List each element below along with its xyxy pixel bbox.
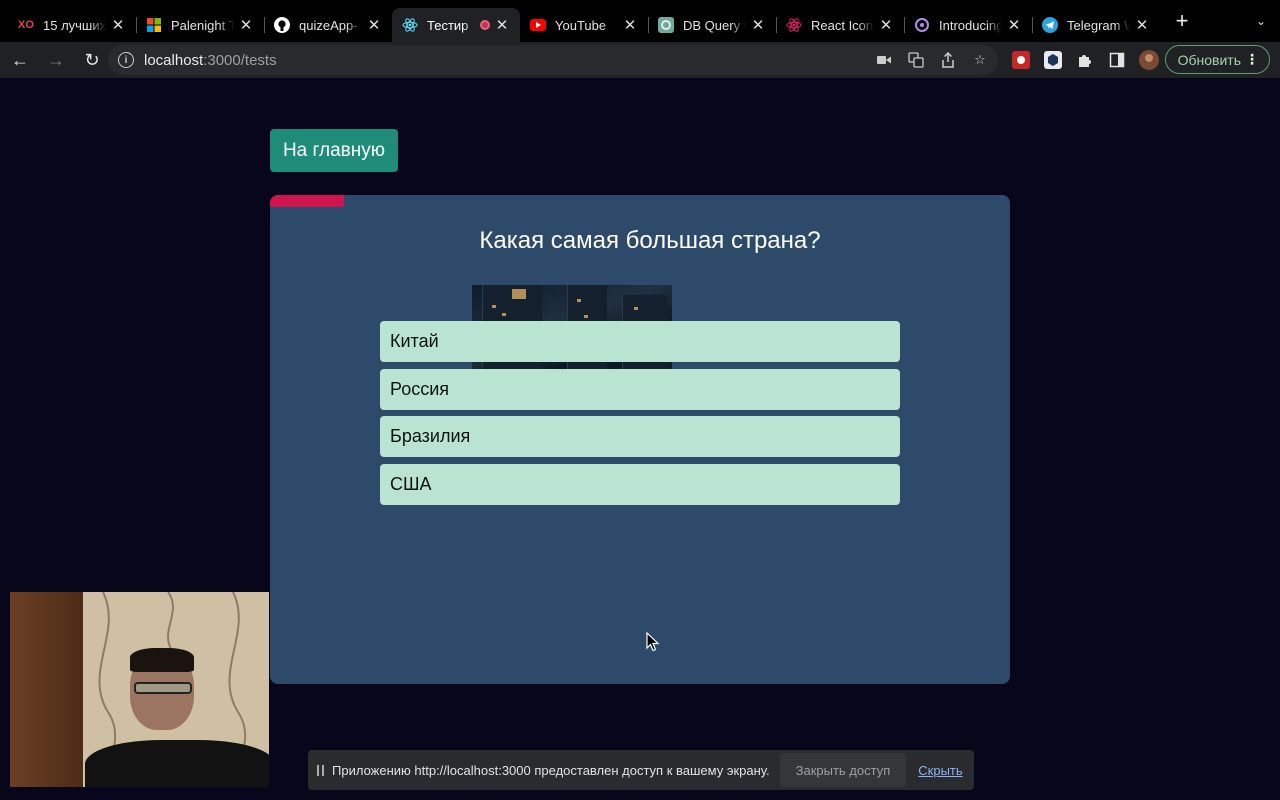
site-info-icon[interactable]: i [118, 52, 134, 68]
question-title: Какая самая большая страна? [479, 227, 821, 254]
tab-testirovanie[interactable]: Тестир ✕ [392, 8, 520, 42]
quiz-progress-bar [270, 195, 344, 207]
stop-sharing-button[interactable]: Закрыть доступ [779, 753, 907, 787]
tab-strip: XO 15 лучших ✕ Palenight T ✕ quizeApp- ✕… [0, 0, 1280, 42]
profile-avatar-icon[interactable] [1139, 50, 1159, 70]
address-bar[interactable]: i localhost:3000/tests ☆ [108, 45, 998, 75]
tab-15-luchshih[interactable]: XO 15 лучших ✕ [8, 8, 136, 42]
tab-palenight[interactable]: Palenight T ✕ [136, 8, 264, 42]
xo-icon: XO [18, 19, 34, 31]
close-tab-icon[interactable]: ✕ [1006, 16, 1022, 34]
update-button[interactable]: Обновить ⋮ [1164, 45, 1270, 74]
home-button[interactable]: На главную [270, 129, 398, 172]
answer-option-brazil[interactable]: Бразилия [380, 416, 900, 457]
react-icon [402, 17, 418, 33]
tab-introducing[interactable]: Introducing ✕ [904, 8, 1032, 42]
close-tab-icon[interactable]: ✕ [622, 16, 638, 34]
extension-hex-icon[interactable] [1043, 50, 1063, 70]
screen-share-bar: Приложению http://localhost:3000 предост… [308, 750, 974, 790]
close-tab-icon[interactable]: ✕ [1134, 16, 1150, 34]
hide-link[interactable]: Скрыть [918, 763, 962, 778]
answer-option-russia[interactable]: Россия [380, 368, 900, 410]
url-path: :3000/tests [203, 51, 277, 69]
webcam-overlay [10, 592, 269, 787]
tab-title: 15 лучших [43, 17, 106, 33]
tab-title: quizeApp- [299, 17, 358, 33]
quiz-card: Какая самая большая страна? Китай Россия… [270, 195, 1010, 684]
update-label: Обновить [1177, 51, 1241, 68]
youtube-icon [530, 17, 546, 33]
url-host: localhost [144, 51, 204, 69]
new-tab-icon[interactable]: + [1168, 8, 1196, 34]
tab-title: Palenight T [171, 17, 234, 33]
react-icons-icon [786, 17, 802, 33]
tab-title: React Icon [811, 17, 874, 33]
telegram-icon [1042, 17, 1058, 33]
tab-db-query[interactable]: DB Query v ✕ [648, 8, 776, 42]
browser-toolbar: ← → ↻ i localhost:3000/tests ☆ Обновить… [0, 42, 1280, 78]
answer-option-china[interactable]: Китай [380, 321, 900, 362]
pause-icon [317, 764, 324, 776]
tab-title: Тестир [427, 17, 469, 33]
answer-option-usa[interactable]: США [380, 463, 900, 505]
tab-title: DB Query v [683, 17, 746, 33]
tab-telegram[interactable]: Telegram W ✕ [1032, 8, 1160, 42]
tab-title: Telegram W [1067, 17, 1130, 33]
share-icon[interactable] [938, 50, 958, 70]
close-tab-icon[interactable]: ✕ [110, 16, 126, 34]
tab-search-chevron-icon[interactable]: ⌄ [1256, 14, 1266, 28]
recording-indicator-icon [480, 20, 490, 30]
back-icon[interactable]: ← [4, 44, 36, 76]
close-tab-icon[interactable]: ✕ [750, 16, 766, 34]
more-menu-icon[interactable]: ⋮ [1245, 51, 1259, 68]
close-tab-icon[interactable]: ✕ [878, 16, 894, 34]
reload-icon[interactable]: ↻ [76, 44, 108, 76]
tab-quizeapp[interactable]: quizeApp- ✕ [264, 8, 392, 42]
screen-share-message: Приложению http://localhost:3000 предост… [332, 762, 770, 778]
tab-react-icons[interactable]: React Icon ✕ [776, 8, 904, 42]
chatgpt-icon [658, 17, 674, 33]
bookmark-star-icon[interactable]: ☆ [970, 50, 990, 70]
side-panel-icon[interactable] [1107, 50, 1127, 70]
close-tab-icon[interactable]: ✕ [494, 16, 510, 34]
github-icon [274, 17, 290, 33]
tab-youtube[interactable]: YouTube ✕ [520, 8, 648, 42]
extension-red-icon[interactable] [1011, 50, 1031, 70]
extensions-puzzle-icon[interactable] [1075, 50, 1095, 70]
close-tab-icon[interactable]: ✕ [238, 16, 254, 34]
translate-icon[interactable] [906, 50, 926, 70]
forward-icon[interactable]: → [40, 44, 72, 76]
close-tab-icon[interactable]: ✕ [366, 16, 382, 34]
tab-title: Introducing [939, 17, 1002, 33]
answers-list: Китай Россия Бразилия США [380, 321, 900, 511]
camera-icon[interactable] [874, 50, 894, 70]
tab-title: YouTube [555, 17, 607, 33]
openai-icon [914, 17, 930, 33]
microsoft-icon [146, 17, 162, 33]
